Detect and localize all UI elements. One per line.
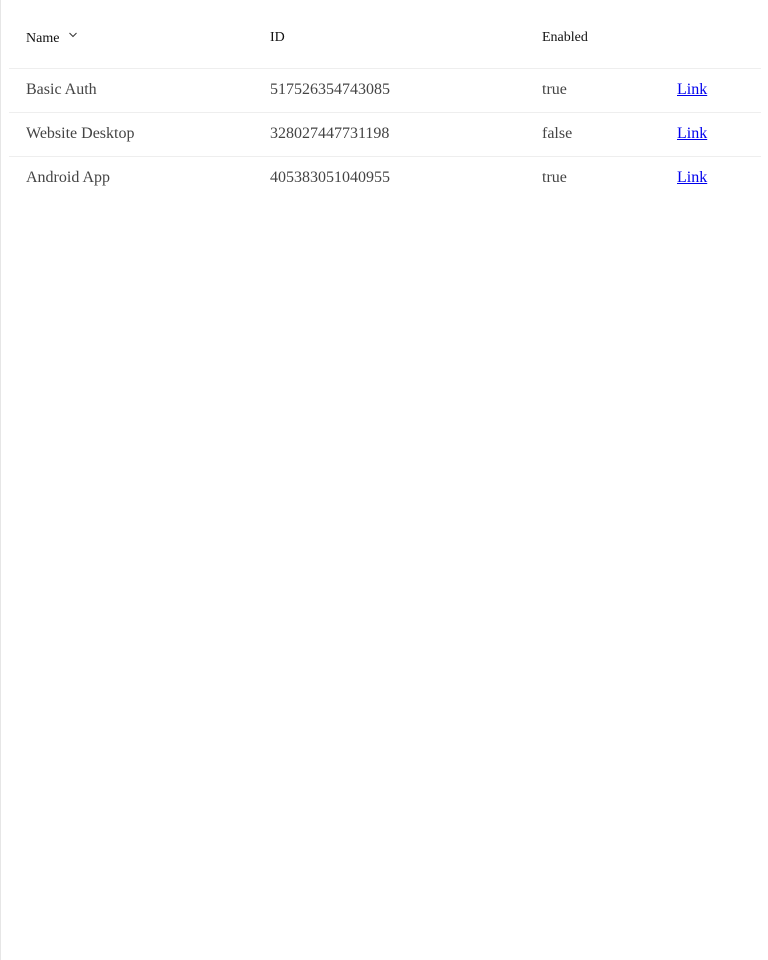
cell-id: 517526354743085 bbox=[253, 68, 517, 113]
column-header-id[interactable]: ID bbox=[253, 8, 517, 69]
column-header-id-label: ID bbox=[270, 29, 285, 45]
chevron-down-icon[interactable] bbox=[68, 29, 78, 39]
column-header-enabled[interactable]: Enabled bbox=[517, 8, 652, 69]
cell-name: Android App bbox=[26, 169, 110, 187]
cell-id: 328027447731198 bbox=[253, 112, 517, 157]
cell-link: Link bbox=[652, 156, 761, 200]
column-header-enabled-label: Enabled bbox=[542, 29, 588, 45]
cell-id: 405383051040955 bbox=[270, 169, 390, 187]
row-link[interactable]: Link bbox=[677, 125, 707, 142]
cell-link: Link bbox=[652, 68, 761, 113]
cell-link: Link bbox=[652, 112, 761, 157]
table-row: Basic Auth 517526354743085 true Link bbox=[9, 68, 761, 113]
table-header: Name ID Enabled bbox=[9, 8, 761, 69]
cell-name: Website Desktop bbox=[9, 112, 253, 157]
header-row: Name ID Enabled bbox=[9, 8, 761, 69]
cell-enabled: true bbox=[542, 169, 567, 187]
column-header-name-label: Name bbox=[26, 30, 60, 46]
table-row: Android App 405383051040955 true Link bbox=[9, 156, 761, 200]
page-frame: Name ID Enabled Basic Auth 5175263547430… bbox=[0, 0, 767, 960]
table-body: Basic Auth 517526354743085 true Link Web… bbox=[9, 68, 761, 200]
table-row: Website Desktop 328027447731198 false Li… bbox=[9, 112, 761, 157]
row-link[interactable]: Link bbox=[677, 169, 707, 186]
cell-name: Basic Auth bbox=[9, 68, 253, 113]
cell-enabled: false bbox=[517, 112, 652, 157]
row-link[interactable]: Link bbox=[677, 81, 707, 98]
column-header-actions bbox=[652, 8, 761, 69]
cell-enabled: true bbox=[517, 68, 652, 113]
column-header-name[interactable]: Name bbox=[9, 8, 253, 69]
data-table: Name ID Enabled Basic Auth 5175263547430… bbox=[9, 8, 761, 200]
